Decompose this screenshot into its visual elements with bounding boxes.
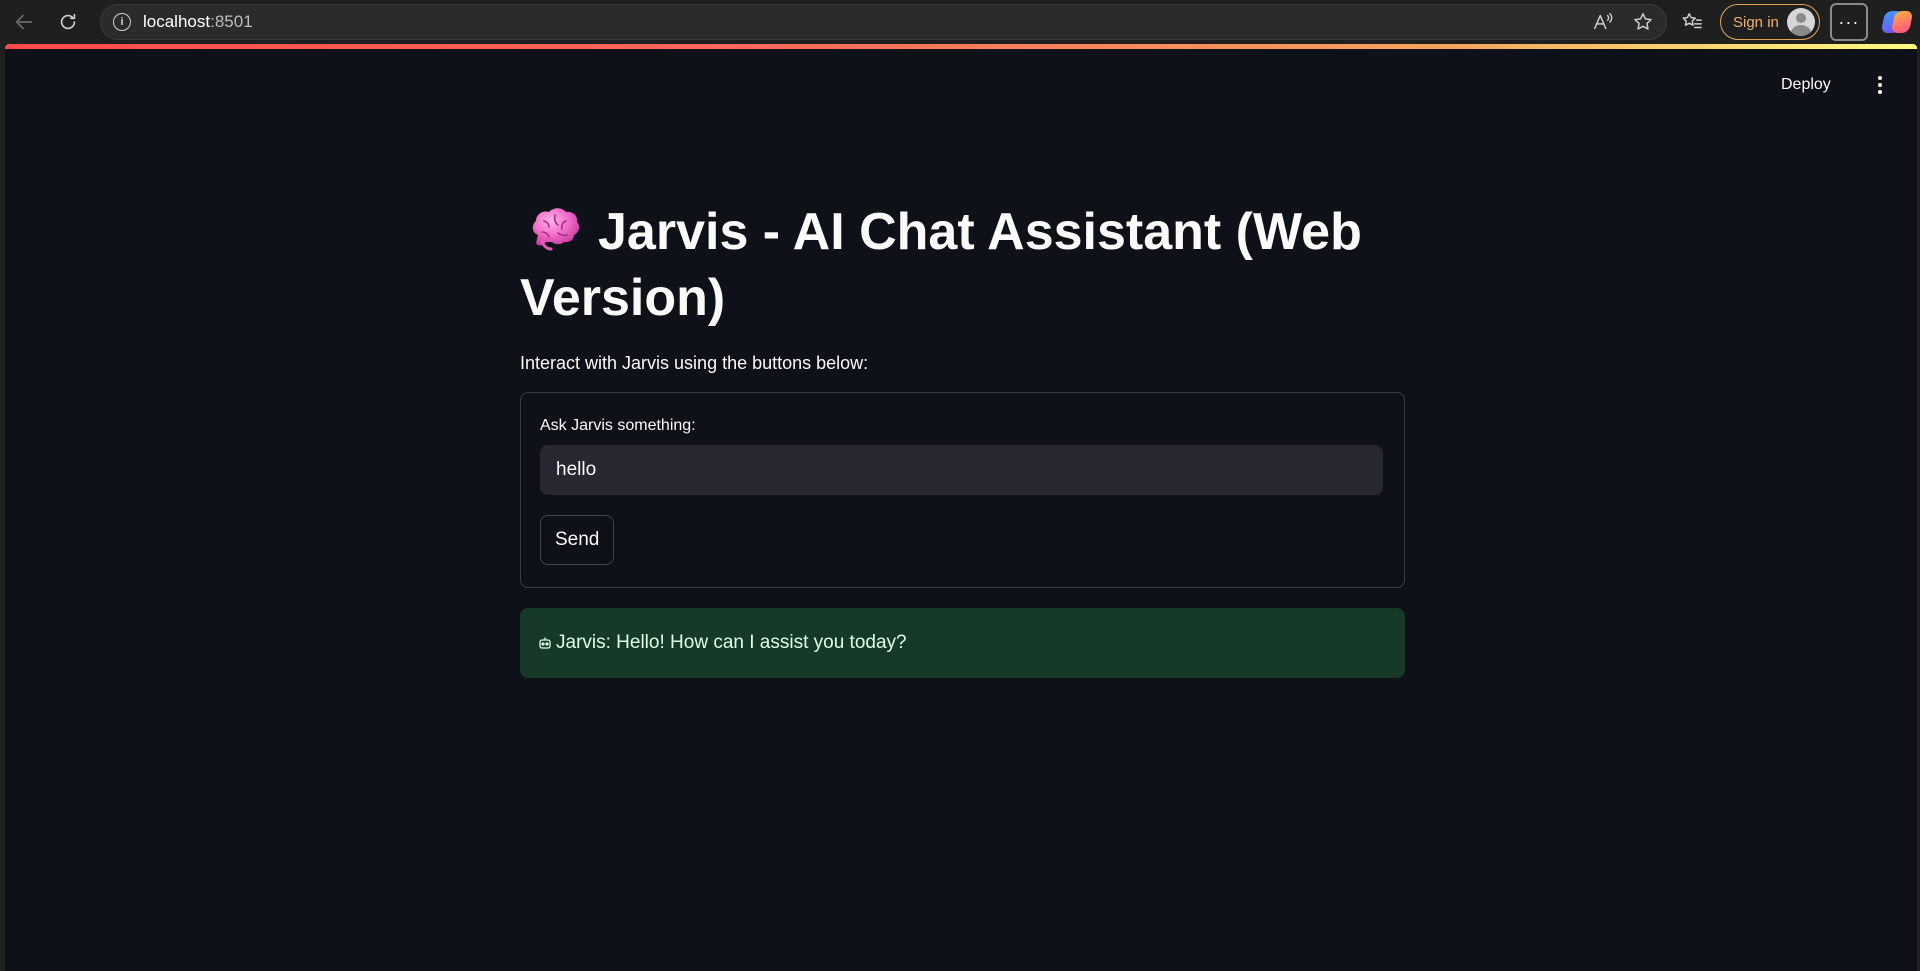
address-bar[interactable]: i localhost:8501 [100, 4, 1667, 40]
menu-dot [1878, 90, 1882, 94]
browser-toolbar-right: Sign in ··· [1672, 0, 1914, 44]
star-icon[interactable] [1632, 11, 1654, 33]
app-viewport: Deploy Jarvis - AI Chat Assistant (Web V… [5, 44, 1917, 971]
profile-avatar-icon [1786, 8, 1815, 36]
read-aloud-icon[interactable] [1592, 11, 1614, 33]
sign-in-button[interactable]: Sign in [1720, 4, 1820, 40]
menu-dot [1878, 76, 1882, 80]
ask-form: Ask Jarvis something: Send [520, 392, 1405, 588]
page-title-text: Jarvis - AI Chat Assistant (Web Version) [520, 203, 1362, 327]
reload-icon [60, 13, 76, 30]
ask-input-label: Ask Jarvis something: [540, 417, 696, 434]
favorites-button[interactable] [1672, 2, 1712, 42]
url-port: :8501 [210, 12, 253, 31]
reload-button[interactable] [46, 0, 90, 44]
page-title: Jarvis - AI Chat Assistant (Web Version) [520, 199, 1405, 331]
send-button[interactable]: Send [540, 515, 615, 565]
copilot-icon[interactable] [1880, 6, 1914, 38]
settings-more-button[interactable]: ··· [1829, 3, 1868, 41]
more-dots-icon: ··· [1838, 11, 1860, 32]
page-caption: Interact with Jarvis using the buttons b… [520, 353, 869, 373]
arrow-left-icon [15, 14, 33, 30]
sign-in-label: Sign in [1733, 13, 1779, 31]
url-host: localhost [143, 12, 211, 31]
robot-icon [539, 637, 551, 649]
site-info-icon[interactable]: i [113, 13, 131, 31]
address-bar-actions [1592, 5, 1654, 39]
deploy-button[interactable]: Deploy [1781, 76, 1831, 94]
menu-dot [1878, 83, 1882, 87]
favorites-icon [1682, 13, 1702, 29]
response-message: Jarvis: Hello! How can I assist you toda… [520, 608, 1405, 678]
main-content: Jarvis - AI Chat Assistant (Web Version)… [520, 199, 1405, 678]
main-menu-button[interactable] [1870, 73, 1890, 97]
back-button[interactable] [2, 0, 46, 44]
browser-toolbar: i localhost:8501 Sign in ··· [0, 0, 1920, 44]
brain-icon [532, 208, 580, 251]
app-header-decoration [5, 44, 1917, 49]
response-text: Jarvis: Hello! How can I assist you toda… [556, 632, 907, 653]
ask-input[interactable] [540, 445, 1383, 495]
